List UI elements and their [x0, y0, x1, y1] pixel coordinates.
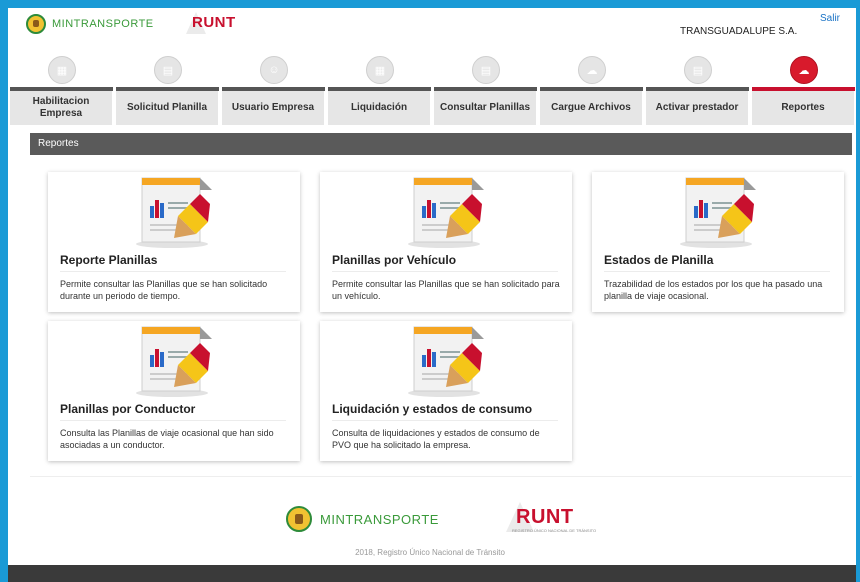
nav-label: Consultar Planillas: [434, 91, 537, 125]
header: MINTRANSPORTE RUNT TRANSGUADALUPE S.A. S…: [8, 8, 856, 48]
nav-item-habilitacion-empresa[interactable]: ▦ Habilitacion Empresa: [10, 48, 115, 128]
company-name: TRANSGUADALUPE S.A.: [680, 26, 798, 37]
report-card-planillas-por-conductor[interactable]: Planillas por Conductor Consulta las Pla…: [48, 321, 300, 461]
user-icon: ☺: [260, 56, 288, 84]
nav-label: Liquidación: [328, 91, 431, 125]
report-chart-icon: [408, 326, 484, 397]
nav-label: Reportes: [752, 91, 855, 125]
card-title: Planillas por Conductor: [60, 402, 196, 416]
cloud-upload-icon: ☁: [578, 56, 606, 84]
logout-link[interactable]: Salir: [820, 13, 840, 24]
runt-logo-text: RUNT: [192, 14, 236, 31]
main-nav: ▦ Habilitacion Empresa ▤ Solicitud Plani…: [8, 48, 856, 128]
card-divider: [332, 420, 558, 421]
nav-label: Usuario Empresa: [222, 91, 325, 125]
colombia-seal-icon: [286, 506, 312, 532]
copyright-text: 2018, Registro Único Nacional de Tránsit…: [355, 548, 505, 557]
footer-runt-subtitle: REGISTRO ÚNICO NACIONAL DE TRÁNSITO: [512, 528, 597, 533]
calculator-icon: ▦: [366, 56, 394, 84]
nav-label: Cargue Archivos: [540, 91, 643, 125]
nav-item-liquidacion[interactable]: ▦ Liquidación: [328, 48, 433, 128]
report-card-reporte-planillas[interactable]: Reporte Planillas Permite consultar las …: [48, 172, 300, 312]
runt-logo[interactable]: RUNT: [186, 12, 250, 36]
nav-item-consultar-planillas[interactable]: ▤ Consultar Planillas: [434, 48, 539, 128]
bottom-bar: [8, 565, 856, 582]
card-description: Consulta de liquidaciones y estados de c…: [332, 428, 540, 450]
card-title: Reporte Planillas: [60, 253, 158, 267]
mintransporte-logo[interactable]: MINTRANSPORTE: [26, 14, 154, 34]
card-divider: [604, 271, 830, 272]
footer-divider: [30, 476, 852, 477]
report-chart-icon: [680, 177, 756, 248]
card-divider: [60, 271, 286, 272]
card-divider: [332, 271, 558, 272]
nav-item-activar-prestador[interactable]: ▤ Activar prestador: [646, 48, 751, 128]
report-card-estados-de-planilla[interactable]: Estados de Planilla Trazabilidad de los …: [592, 172, 844, 312]
card-description: Consulta las Planillas de viaje ocasiona…: [60, 428, 274, 450]
nav-item-usuario-empresa[interactable]: ☺ Usuario Empresa: [222, 48, 327, 128]
footer-runt-logo[interactable]: RUNT REGISTRO ÚNICO NACIONAL DE TRÁNSITO: [506, 502, 604, 536]
section-title-bar: Reportes: [30, 133, 852, 155]
report-chart-icon: [136, 326, 212, 397]
report-card-planillas-por-vehiculo[interactable]: Planillas por Vehículo Permite consultar…: [320, 172, 572, 312]
footer-mintransporte-text: MINTRANSPORTE: [320, 511, 439, 527]
nav-item-solicitud-planilla[interactable]: ▤ Solicitud Planilla: [116, 48, 221, 128]
mintransporte-text: MINTRANSPORTE: [52, 18, 154, 30]
colombia-seal-icon: [26, 14, 46, 34]
nav-item-reportes[interactable]: ☁ Reportes: [752, 48, 857, 128]
report-chart-icon: [136, 177, 212, 248]
document-icon: ▤: [154, 56, 182, 84]
report-chart-icon: [408, 177, 484, 248]
document-search-icon: ▤: [472, 56, 500, 84]
card-description: Trazabilidad de los estados por los que …: [604, 279, 823, 301]
footer-runt-text: RUNT: [516, 506, 574, 528]
nav-item-cargue-archivos[interactable]: ☁ Cargue Archivos: [540, 48, 645, 128]
card-description: Permite consultar las Planillas que se h…: [332, 279, 560, 301]
nav-label: Solicitud Planilla: [116, 91, 219, 125]
card-title: Liquidación y estados de consumo: [332, 402, 533, 416]
report-card-liquidacion-y-estados-de-consumo[interactable]: Liquidación y estados de consumo Consult…: [320, 321, 572, 461]
footer-mintransporte-logo[interactable]: MINTRANSPORTE: [286, 506, 439, 532]
card-divider: [60, 420, 286, 421]
card-title: Estados de Planilla: [604, 253, 714, 267]
cloud-upload-icon: ☁: [790, 56, 818, 84]
card-title: Planillas por Vehículo: [332, 253, 457, 267]
nav-label: Activar prestador: [646, 91, 749, 125]
window-frame-left: [0, 0, 8, 582]
nav-label: Habilitacion Empresa: [10, 91, 113, 125]
document-icon: ▤: [684, 56, 712, 84]
building-icon: ▦: [48, 56, 76, 84]
window-frame-top: [0, 0, 860, 8]
card-description: Permite consultar las Planillas que se h…: [60, 279, 268, 301]
